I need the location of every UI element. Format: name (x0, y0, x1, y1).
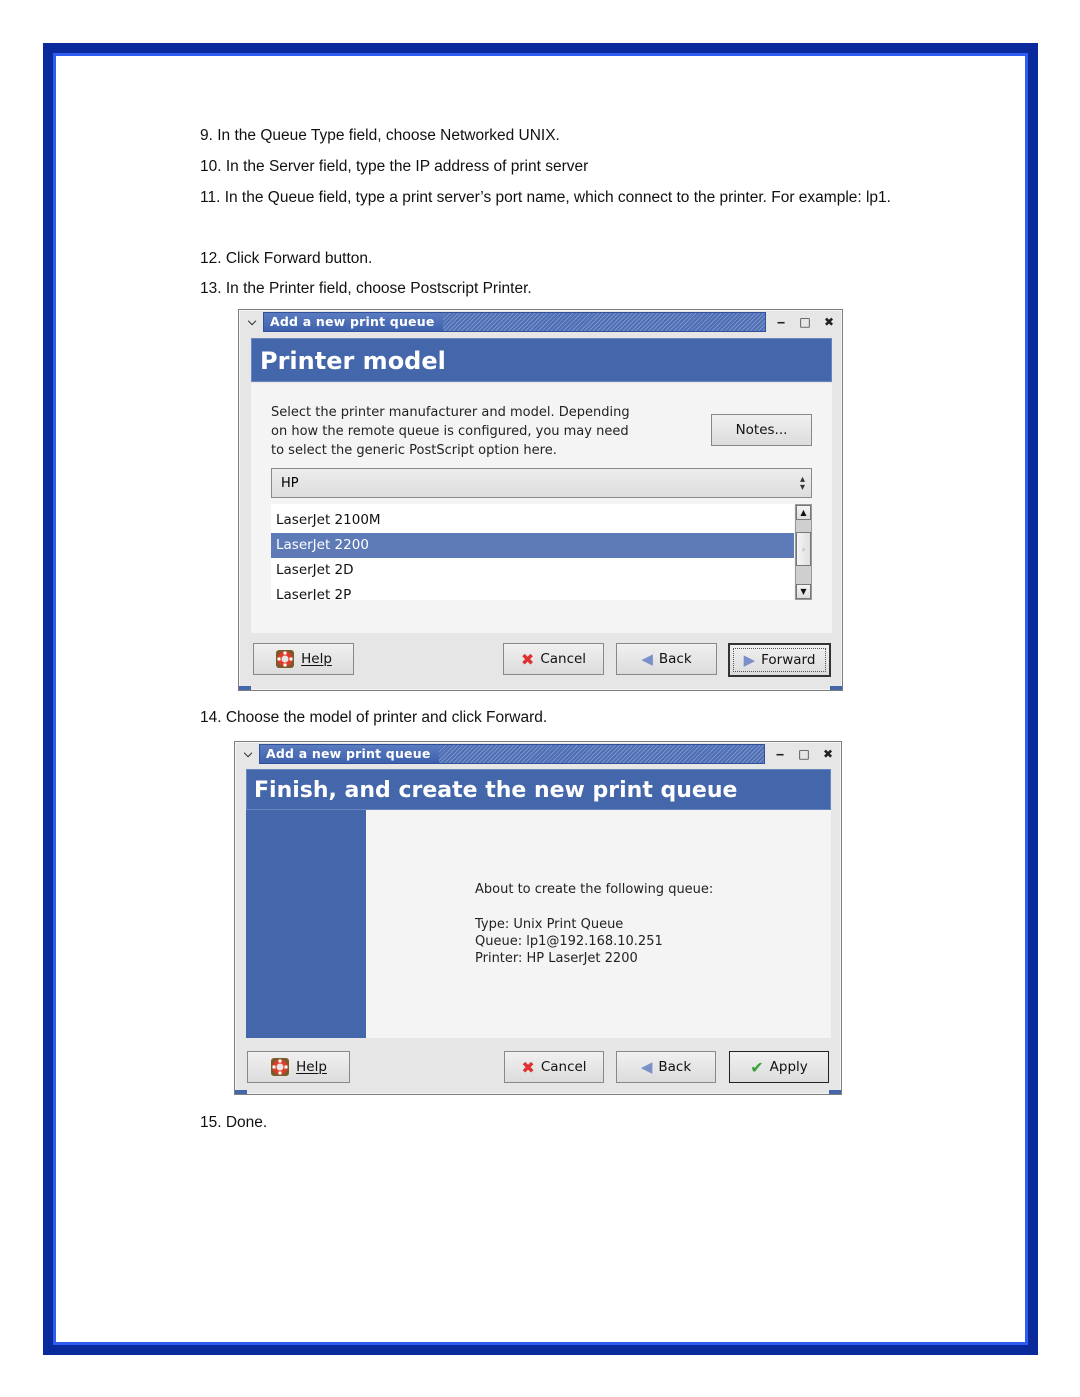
page-heading: Finish, and create the new print queue (246, 769, 831, 810)
description-line: on how the remote queue is configured, y… (271, 424, 629, 439)
summary-intro: About to create the following queue: (475, 882, 714, 897)
frame-accent (239, 686, 251, 690)
apply-button[interactable]: ✔ Apply (729, 1051, 829, 1083)
window-menu-icon[interactable]: ⌵ (237, 744, 259, 764)
help-label: Help (296, 1059, 327, 1075)
help-button[interactable]: Help (253, 643, 354, 675)
close-icon[interactable]: ✖ (818, 312, 840, 332)
scroll-up-icon[interactable]: ▲ (796, 505, 811, 520)
window-title: Add a new print queue (260, 745, 439, 763)
scroll-down-icon[interactable]: ▼ (796, 584, 811, 599)
lifebuoy-icon (275, 649, 295, 669)
frame-accent (235, 1090, 247, 1094)
page-border (43, 43, 1038, 1355)
back-label: Back (658, 651, 692, 667)
apply-label: Apply (769, 1059, 808, 1075)
window-menu-icon[interactable]: ⌵ (241, 312, 263, 332)
step-9: 9. In the Queue Type field, choose Netwo… (200, 127, 560, 144)
list-item-model[interactable]: LaserJet 2100M (271, 508, 794, 533)
manufacturer-combo[interactable]: HP ▴ ▾ (271, 468, 812, 498)
scroll-thumb[interactable]: ⸗ (796, 532, 811, 566)
model-list-scrollbar[interactable]: ▲ ⸗ ▼ (795, 504, 812, 600)
forward-button[interactable]: ▶ Forward (728, 643, 831, 677)
window-title: Add a new print queue (264, 313, 443, 331)
cancel-button[interactable]: ✖ Cancel (503, 643, 604, 675)
manufacturer-value: HP (281, 475, 299, 491)
minimize-icon[interactable]: ‒ (769, 744, 791, 764)
cancel-x-icon: ✖ (521, 1057, 535, 1077)
window-title-bar[interactable]: Add a new print queue (263, 312, 766, 332)
step-15: 15. Done. (200, 1114, 268, 1131)
lifebuoy-icon (270, 1057, 290, 1077)
forward-label: Forward (761, 652, 816, 668)
window-title-bar[interactable]: Add a new print queue (259, 744, 765, 764)
step-11-text: 11. In the Queue field, type a print ser… (200, 189, 891, 206)
minimize-icon[interactable]: ‒ (770, 312, 792, 332)
forward-arrow-icon: ▶ (743, 651, 756, 669)
list-item-model-selected[interactable]: LaserJet 2200 (271, 533, 794, 558)
cancel-button[interactable]: ✖ Cancel (504, 1051, 604, 1083)
description-line: to select the generic PostScript option … (271, 443, 557, 458)
maximize-icon[interactable]: □ (793, 744, 815, 764)
step-13: 13. In the Printer field, choose Postscr… (200, 280, 532, 297)
maximize-icon[interactable]: □ (794, 312, 816, 332)
back-button[interactable]: ◀ Back (616, 643, 717, 675)
step-10: 10. In the Server field, type the IP add… (200, 158, 589, 175)
step-11: 11. In the Queue field, type a print ser… (200, 183, 922, 213)
back-button[interactable]: ◀ Back (616, 1051, 716, 1083)
combo-arrow-icon: ▴ ▾ (799, 474, 805, 493)
notes-button-label: Notes... (735, 422, 788, 438)
description: Select the printer manufacturer and mode… (271, 403, 691, 460)
page-heading: Printer model (251, 338, 832, 382)
summary-printer: Printer: HP LaserJet 2200 (475, 951, 638, 966)
side-panel (246, 810, 366, 1038)
titlebar: ⌵ Add a new print queue ‒ □ ✖ (241, 312, 840, 332)
summary-type: Type: Unix Print Queue (475, 917, 624, 932)
back-arrow-icon: ◀ (640, 1058, 653, 1076)
back-arrow-icon: ◀ (641, 650, 653, 668)
model-list[interactable]: LaserJet 2100M LaserJet 2200 LaserJet 2D… (271, 504, 794, 600)
cancel-x-icon: ✖ (520, 649, 535, 669)
notes-button[interactable]: Notes... (711, 414, 812, 446)
step-12: 12. Click Forward button. (200, 250, 373, 267)
frame-accent (829, 1090, 841, 1094)
list-item-model[interactable]: LaserJet 2P (271, 583, 794, 600)
close-icon[interactable]: ✖ (817, 744, 839, 764)
step-14: 14. Choose the model of printer and clic… (200, 709, 548, 726)
summary-queue: Queue: lp1@192.168.10.251 (475, 934, 663, 949)
cancel-label: Cancel (540, 651, 587, 667)
finish-dialog: ⌵ Add a new print queue ‒ □ ✖ Finish, an… (234, 741, 842, 1095)
titlebar: ⌵ Add a new print queue ‒ □ ✖ (237, 744, 839, 764)
frame-accent (830, 686, 842, 690)
help-label: Help (301, 651, 332, 667)
back-label: Back (658, 1059, 692, 1075)
checkmark-icon: ✔ (750, 1057, 764, 1077)
description-line: Select the printer manufacturer and mode… (271, 405, 630, 420)
cancel-label: Cancel (540, 1059, 587, 1075)
list-item-model[interactable]: LaserJet 2D (271, 558, 794, 583)
help-button[interactable]: Help (247, 1051, 350, 1083)
printer-model-dialog: ⌵ Add a new print queue ‒ □ ✖ Printer mo… (238, 309, 843, 691)
